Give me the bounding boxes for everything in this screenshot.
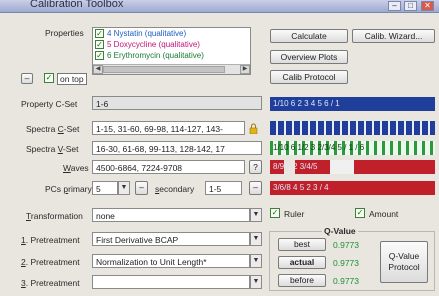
waves-bar: 8/9 1 2 3/4/5 bbox=[270, 160, 435, 174]
actual-q-value: 0.9773 bbox=[333, 258, 359, 268]
waves-label: Waves bbox=[63, 163, 89, 173]
calib-protocol-button[interactable]: Calib Protocol bbox=[270, 70, 348, 84]
window-title: Calibration Toolbox bbox=[30, 0, 124, 10]
spectra-vset-label: Spectra V-Set bbox=[26, 144, 79, 154]
q-value-protocol-button[interactable]: Q-Value Protocol bbox=[380, 241, 428, 283]
property-label: 4 Nystatin (qualitative) bbox=[107, 29, 187, 38]
secondary-reset-button[interactable]: – bbox=[249, 181, 262, 195]
property-item-doxycycline[interactable]: ✓ 5 Doxycycline (qualitative) bbox=[93, 39, 250, 50]
spectra-cset-field[interactable]: 1-15, 31-60, 69-98, 114-127, 143- bbox=[92, 121, 245, 135]
property-label: 5 Doxycycline (qualitative) bbox=[107, 40, 200, 49]
pretreatment-1-label: 1. Pretreatment bbox=[21, 235, 80, 245]
ruler-checkbox[interactable]: ✓ bbox=[270, 208, 280, 218]
property-item-nystatin[interactable]: ✓ 4 Nystatin (qualitative) bbox=[93, 28, 250, 39]
best-q-value: 0.9773 bbox=[333, 240, 359, 250]
amount-checkbox[interactable]: ✓ bbox=[355, 208, 365, 218]
pretreatment-1-dropdown-icon[interactable]: ▼ bbox=[250, 232, 262, 246]
pcs-primary-reset-button[interactable]: – bbox=[135, 181, 148, 195]
title-bar: Calibration Toolbox – □ ✕ bbox=[0, 0, 439, 13]
waves-bar-text: 8/9 1 2 3/4/5 bbox=[273, 162, 318, 171]
spectra-vset-bar: 1/10 6 1/2 3 2/3/4 5 / 1 / 6 bbox=[270, 141, 435, 155]
property-bar-text: 1/10 6 2 3 4 5 6 / 1 bbox=[273, 99, 340, 108]
checkbox-icon[interactable]: ✓ bbox=[95, 51, 104, 60]
q-value-title: Q-Value bbox=[322, 226, 358, 236]
pretreatment-2-select[interactable]: Normalization to Unit Length* bbox=[92, 254, 250, 268]
pretreatment-2-dropdown-icon[interactable]: ▼ bbox=[250, 254, 262, 268]
scroll-right-icon[interactable]: ▶ bbox=[240, 65, 250, 74]
on-top-checkbox[interactable]: ✓ bbox=[44, 73, 54, 83]
minimize-button[interactable]: – bbox=[388, 1, 401, 11]
pretreatment-2-label: 2. Pretreatment bbox=[21, 257, 80, 267]
spectra-vset-field[interactable]: 16-30, 61-68, 99-113, 128-142, 17 bbox=[92, 141, 262, 155]
ruler-label: Ruler bbox=[284, 209, 305, 219]
checkbox-icon[interactable]: ✓ bbox=[95, 40, 104, 49]
pretreatment-3-select[interactable] bbox=[92, 275, 250, 289]
amount-label: Amount bbox=[369, 209, 399, 219]
waves-help-button[interactable]: ? bbox=[249, 160, 262, 174]
scroll-left-icon[interactable]: ◀ bbox=[93, 65, 103, 74]
pretreatment-3-label: 3. Pretreatment bbox=[21, 278, 80, 288]
horizontal-scrollbar[interactable]: ◀ ▶ bbox=[93, 64, 250, 74]
scroll-thumb[interactable] bbox=[103, 66, 225, 73]
property-cset-bar: 1/10 6 2 3 4 5 6 / 1 bbox=[270, 97, 435, 111]
waves-field[interactable]: 4500-6864, 7224-9708 bbox=[92, 160, 245, 174]
property-cset-label: Property C-Set bbox=[21, 99, 78, 109]
close-button[interactable]: ✕ bbox=[421, 1, 434, 11]
property-cset-field[interactable]: 1-6 bbox=[92, 96, 262, 110]
spectra-cset-bar bbox=[270, 121, 435, 135]
pcs-primary-label: PCs primary bbox=[45, 184, 92, 194]
secondary-field[interactable]: 1-5 bbox=[205, 181, 242, 195]
pcs-bar: 3/6/8 4 5 2 3 / 4 bbox=[270, 181, 435, 195]
main-panel: Properties ✓ 4 Nystatin (qualitative) ✓ … bbox=[0, 13, 439, 296]
actual-button[interactable]: actual bbox=[278, 256, 326, 269]
calculate-button[interactable]: Calculate bbox=[270, 29, 348, 43]
property-item-erythromycin[interactable]: ✓ 6 Erythromycin (qualitative) bbox=[93, 50, 250, 61]
calib-wizard-button[interactable]: Calib. Wizard... bbox=[352, 29, 435, 43]
checkbox-icon[interactable]: ✓ bbox=[95, 29, 104, 38]
pcs-primary-dropdown[interactable]: ▼ bbox=[118, 181, 130, 195]
secondary-label: secondary bbox=[155, 184, 195, 194]
spectra-cset-label: Spectra C-Set bbox=[26, 124, 80, 134]
properties-label: Properties bbox=[45, 28, 84, 38]
transformation-select[interactable]: none bbox=[92, 208, 250, 222]
pretreatment-1-select[interactable]: First Derivative BCAP bbox=[92, 232, 250, 246]
transformation-label: Transformation bbox=[26, 211, 83, 221]
maximize-button[interactable]: □ bbox=[404, 1, 417, 11]
transformation-dropdown-icon[interactable]: ▼ bbox=[250, 208, 262, 222]
property-label: 6 Erythromycin (qualitative) bbox=[107, 51, 204, 60]
before-button[interactable]: before bbox=[278, 274, 326, 287]
pretreatment-3-dropdown-icon[interactable]: ▼ bbox=[250, 275, 262, 289]
best-button[interactable]: best bbox=[278, 238, 326, 251]
on-top-label: on top bbox=[57, 73, 87, 85]
before-q-value: 0.9773 bbox=[333, 276, 359, 286]
spectra-v-bar-text: 1/10 6 1/2 3 2/3/4 5 / 1 / 6 bbox=[273, 143, 365, 152]
overview-plots-button[interactable]: Overview Plots bbox=[270, 50, 348, 64]
collapse-button[interactable]: – bbox=[21, 73, 33, 84]
pcs-bar-text: 3/6/8 4 5 2 3 / 4 bbox=[273, 183, 329, 192]
properties-list[interactable]: ✓ 4 Nystatin (qualitative) ✓ 5 Doxycycli… bbox=[92, 27, 251, 75]
lock-icon[interactable] bbox=[249, 123, 258, 135]
pcs-primary-field[interactable]: 5 bbox=[92, 181, 118, 195]
